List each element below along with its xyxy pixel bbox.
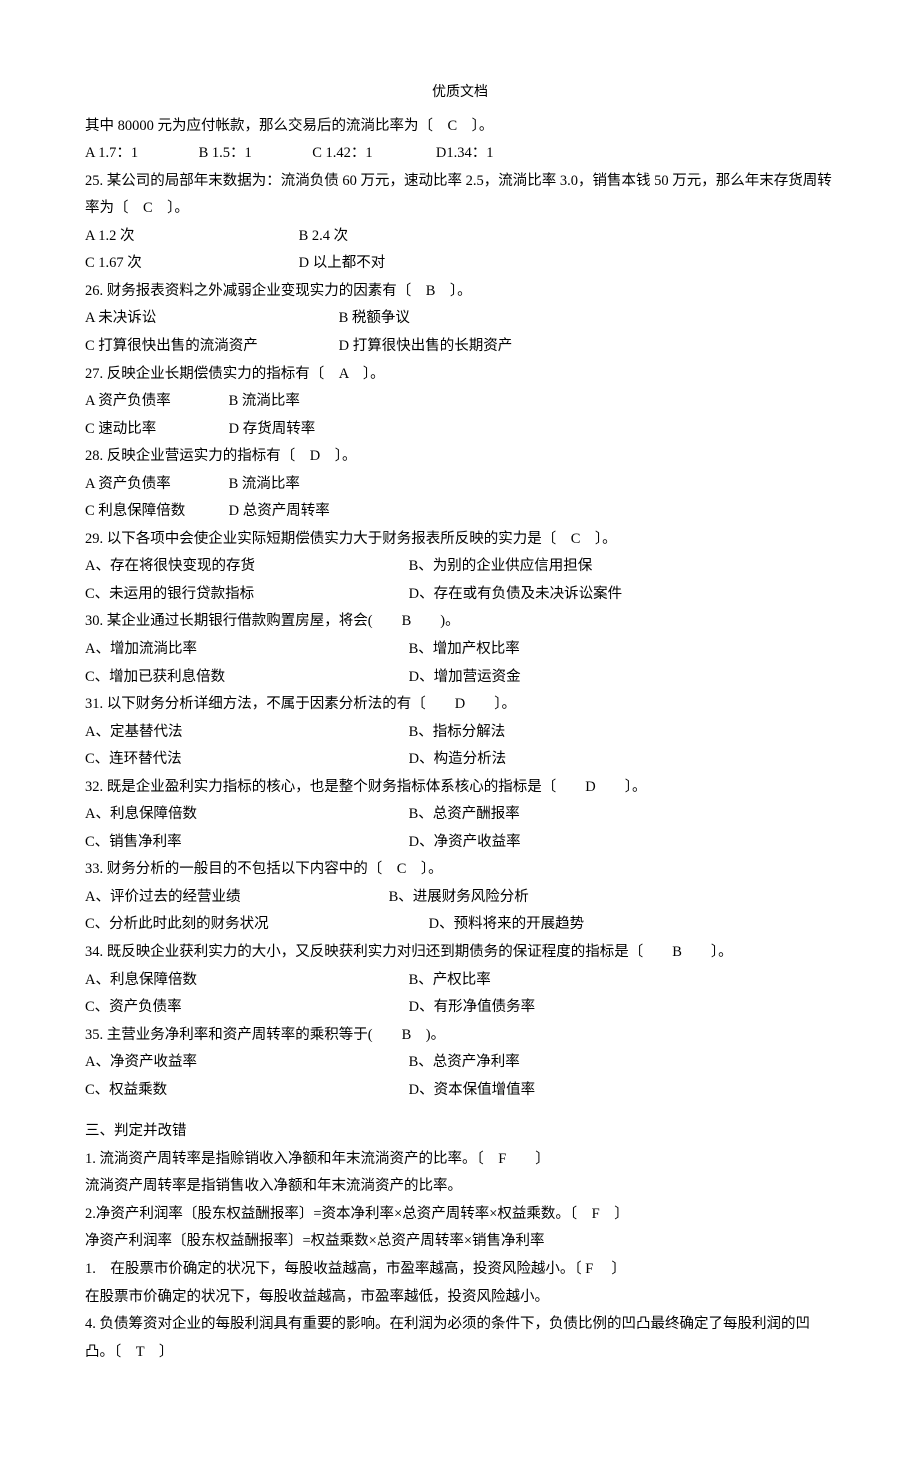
opt-b: B、指标分解法	[409, 719, 506, 747]
opt-d: D、存在或有负债及未决诉讼案件	[409, 581, 622, 609]
opt-a: A、存在将很快变现的存货	[85, 553, 405, 581]
q31-row2: C、连环替代法 D、构造分析法	[85, 746, 835, 774]
section-3-title: 三、判定并改错	[85, 1118, 835, 1146]
q25-row2: C 1.67 次 D 以上都不对	[85, 250, 835, 278]
q32-row1: A、利息保障倍数 B、总资产酬报率	[85, 801, 835, 829]
opt-d: D 存货周转率	[229, 416, 316, 444]
q34-row1: A、利息保障倍数 B、产权比率	[85, 967, 835, 995]
judge-3: 1. 在股票市价确定的状况下，每股收益越高，市盈率越高，投资风险越小。〔 F 〕	[85, 1256, 835, 1284]
opt-c: C、分析此时此刻的财务状况	[85, 911, 425, 939]
opt-d: D 以上都不对	[299, 250, 386, 278]
opt-c: C、权益乘数	[85, 1077, 405, 1105]
q28-row2: C 利息保障倍数 D 总资产周转率	[85, 498, 835, 526]
opt-c: C、资产负债率	[85, 994, 405, 1022]
opt-d: D、有形净值债务率	[409, 994, 535, 1022]
q35-row1: A、净资产收益率 B、总资产净利率	[85, 1049, 835, 1077]
judge-4: 4. 负债筹资对企业的每股利润具有重要的影响。在利润为必须的条件下，负债比例的凹…	[85, 1311, 835, 1366]
q29-row2: C、未运用的银行贷款指标 D、存在或有负债及未决诉讼案件	[85, 581, 835, 609]
opt-a: A 未决诉讼	[85, 305, 335, 333]
judge-1-correction: 流淌资产周转率是指销售收入净额和年末流淌资产的比率。	[85, 1173, 835, 1201]
q30-row1: A、增加流淌比率 B、增加产权比率	[85, 636, 835, 664]
opt-b: B、产权比率	[409, 967, 491, 995]
opt-b: B、进展财务风险分析	[389, 884, 529, 912]
opt-b: B 流淌比率	[229, 388, 300, 416]
opt-d: D、构造分析法	[409, 746, 506, 774]
opt-a: A、利息保障倍数	[85, 967, 405, 995]
q33-row2: C、分析此时此刻的财务状况 D、预料将来的开展趋势	[85, 911, 835, 939]
opt-d: D、预料将来的开展趋势	[429, 911, 584, 939]
opt-b: B 2.4 次	[299, 223, 349, 251]
opt-b: B、总资产净利率	[409, 1049, 520, 1077]
opt-b: B、为别的企业供应信用担保	[409, 553, 593, 581]
q32-row2: C、销售净利率 D、净资产收益率	[85, 829, 835, 857]
judge-3-correction: 在股票市价确定的状况下，每股收益越高，市盈率越低，投资风险越小。	[85, 1284, 835, 1312]
q34: 34. 既反映企业获利实力的大小，又反映获利实力对归还到期债务的保证程度的指标是…	[85, 939, 835, 967]
q25: 25. 某公司的局部年末数据为：流淌负债 60 万元，速动比率 2.5，流淌比率…	[85, 168, 835, 223]
judge-2: 2.净资产利润率〔股东权益酬报率〕=资本净利率×总资产周转率×权益乘数。〔 F …	[85, 1201, 835, 1229]
opt-b: B 1.5：1	[199, 140, 309, 168]
opt-a: A、评价过去的经营业绩	[85, 884, 385, 912]
q27-row2: C 速动比率 D 存货周转率	[85, 416, 835, 444]
page-header: 优质文档	[85, 80, 835, 107]
opt-a: A 1.7：1	[85, 140, 195, 168]
opt-a: A、定基替代法	[85, 719, 405, 747]
q35: 35. 主营业务净利率和资产周转率的乘积等于( B )。	[85, 1022, 835, 1050]
q30: 30. 某企业通过长期银行借款购置房屋，将会( B )。	[85, 608, 835, 636]
judge-1: 1. 流淌资产周转率是指赊销收入净额和年末流淌资产的比率。〔 F 〕	[85, 1146, 835, 1174]
opt-c: C、连环替代法	[85, 746, 405, 774]
q24-continuation: 其中 80000 元为应付帐款，那么交易后的流淌比率为〔 C 〕。	[85, 113, 835, 141]
opt-a: A、净资产收益率	[85, 1049, 405, 1077]
judge-2-correction: 净资产利润率〔股东权益酬报率〕=权益乘数×总资产周转率×销售净利率	[85, 1228, 835, 1256]
opt-c: C 利息保障倍数	[85, 498, 225, 526]
q27-row1: A 资产负债率 B 流淌比率	[85, 388, 835, 416]
q30-row2: C、增加已获利息倍数 D、增加营运资金	[85, 664, 835, 692]
opt-d: D 打算很快出售的长期资产	[339, 333, 513, 361]
opt-c: C、销售净利率	[85, 829, 405, 857]
opt-c: C 1.67 次	[85, 250, 295, 278]
q26: 26. 财务报表资料之外减弱企业变现实力的因素有〔 B 〕。	[85, 278, 835, 306]
opt-c: C、未运用的银行贷款指标	[85, 581, 405, 609]
opt-b: B 流淌比率	[229, 471, 300, 499]
q26-row1: A 未决诉讼 B 税额争议	[85, 305, 835, 333]
q29-row1: A、存在将很快变现的存货 B、为别的企业供应信用担保	[85, 553, 835, 581]
opt-a: A 1.2 次	[85, 223, 295, 251]
opt-d: D、资本保值增值率	[409, 1077, 535, 1105]
opt-d: D 总资产周转率	[229, 498, 330, 526]
q35-row2: C、权益乘数 D、资本保值增值率	[85, 1077, 835, 1105]
q26-row2: C 打算很快出售的流淌资产 D 打算很快出售的长期资产	[85, 333, 835, 361]
opt-b: B 税额争议	[339, 305, 410, 333]
q25-row1: A 1.2 次 B 2.4 次	[85, 223, 835, 251]
opt-c: C 速动比率	[85, 416, 225, 444]
opt-b: B、增加产权比率	[409, 636, 520, 664]
q32: 32. 既是企业盈利实力指标的核心，也是整个财务指标体系核心的指标是〔 D 〕。	[85, 774, 835, 802]
opt-c: C、增加已获利息倍数	[85, 664, 405, 692]
q27: 27. 反映企业长期偿债实力的指标有〔 A 〕。	[85, 361, 835, 389]
q28: 28. 反映企业营运实力的指标有〔 D 〕。	[85, 443, 835, 471]
opt-b: B、总资产酬报率	[409, 801, 520, 829]
q24-options: A 1.7：1 B 1.5：1 C 1.42：1 D1.34：1	[85, 140, 835, 168]
opt-a: A、增加流淌比率	[85, 636, 405, 664]
opt-c: C 1.42：1	[312, 140, 432, 168]
opt-d: D、增加营运资金	[409, 664, 521, 692]
q31-row1: A、定基替代法 B、指标分解法	[85, 719, 835, 747]
opt-a: A、利息保障倍数	[85, 801, 405, 829]
opt-c: C 打算很快出售的流淌资产	[85, 333, 335, 361]
opt-d: D、净资产收益率	[409, 829, 521, 857]
q33: 33. 财务分析的一般目的不包括以下内容中的〔 C 〕。	[85, 856, 835, 884]
opt-a: A 资产负债率	[85, 388, 225, 416]
q28-row1: A 资产负债率 B 流淌比率	[85, 471, 835, 499]
q31: 31. 以下财务分析详细方法，不属于因素分析法的有〔 D 〕。	[85, 691, 835, 719]
q29: 29. 以下各项中会使企业实际短期偿债实力大于财务报表所反映的实力是〔 C 〕。	[85, 526, 835, 554]
q33-row1: A、评价过去的经营业绩 B、进展财务风险分析	[85, 884, 835, 912]
opt-d: D1.34：1	[436, 140, 494, 168]
opt-a: A 资产负债率	[85, 471, 225, 499]
q34-row2: C、资产负债率 D、有形净值债务率	[85, 994, 835, 1022]
